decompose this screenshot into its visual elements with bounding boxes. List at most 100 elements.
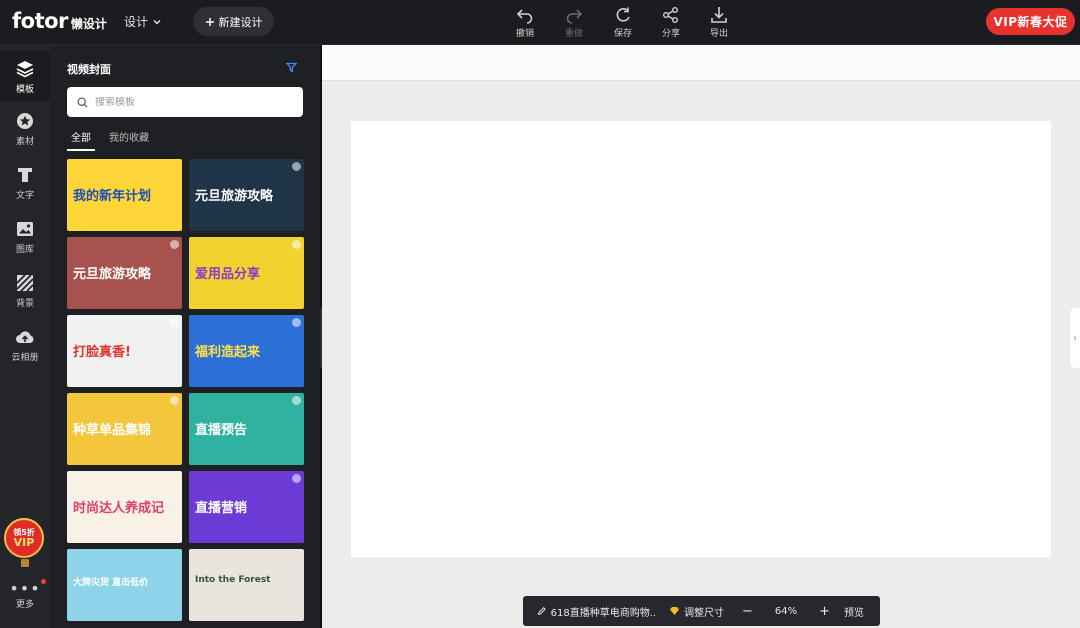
rail-item-background[interactable]: 背景 — [0, 273, 50, 309]
premium-gem-icon — [170, 240, 179, 249]
expand-right-panel-handle[interactable]: › — [1070, 308, 1080, 368]
rail-label-background: 背景 — [15, 299, 34, 309]
rail-label-material: 素材 — [15, 137, 34, 147]
vip-promo-button[interactable]: VIP新春大促 — [986, 8, 1075, 35]
logo-word: fotor — [12, 9, 68, 33]
more-dots-icon: ••• — [9, 579, 46, 597]
more-label: 更多 — [15, 600, 34, 610]
zoom-out-button[interactable]: − — [742, 604, 753, 619]
save-icon — [616, 7, 630, 22]
document-name-text: 618直播种草电商购物... — [550, 607, 655, 619]
star-icon — [17, 113, 33, 129]
chevron-right-icon: › — [1073, 332, 1077, 344]
template-card[interactable]: 大牌尖货 直击低价 — [67, 549, 182, 621]
canvas-workspace[interactable] — [322, 45, 1080, 628]
template-card-title: 元旦旅游攻略 — [195, 189, 274, 204]
premium-gem-icon — [292, 396, 301, 405]
fotor-logo[interactable]: fotor 懒设计 — [12, 9, 107, 33]
search-input[interactable] — [95, 96, 285, 108]
download-icon — [711, 7, 727, 23]
image-icon — [17, 222, 33, 236]
template-card-title: 种草单品集锦 — [73, 423, 152, 438]
template-card-title: 爱用品分享 — [195, 267, 261, 282]
template-card[interactable]: 直播营销 — [189, 471, 304, 543]
premium-gem-icon — [170, 318, 179, 327]
vip-discount-lantern[interactable]: 领5折 VIP — [4, 518, 46, 570]
bottom-bar: 618直播种草电商购物... 调整尺寸 − 64% + 预览 — [523, 596, 880, 626]
notification-dot — [40, 579, 46, 584]
rail-label-template: 模板 — [15, 85, 34, 95]
resize-button[interactable]: 调整尺寸 — [669, 604, 724, 619]
filter-icon[interactable] — [286, 62, 297, 73]
save-button[interactable]: 保存 — [605, 6, 641, 39]
export-label: 导出 — [709, 29, 728, 39]
template-card[interactable]: 时尚达人养成记 — [67, 471, 182, 543]
template-card-title: 元旦旅游攻略 — [73, 267, 152, 282]
rail-label-text: 文字 — [15, 191, 34, 201]
template-card[interactable]: 我的新年计划 — [67, 159, 182, 231]
cloud-upload-icon — [16, 331, 34, 343]
design-menu[interactable]: 设计 — [124, 13, 162, 30]
template-card-title: 直播营销 — [195, 501, 248, 516]
search-icon — [77, 96, 88, 107]
undo-button[interactable]: 撤销 — [507, 6, 543, 39]
share-icon — [663, 7, 678, 23]
redo-button[interactable]: 重做 — [556, 6, 592, 39]
tab-favorites[interactable]: 我的收藏 — [109, 129, 149, 151]
preview-button[interactable]: 预览 — [844, 604, 864, 619]
template-card[interactable]: 元旦旅游攻略 — [67, 237, 182, 309]
rail-item-gallery[interactable]: 图库 — [0, 219, 50, 255]
rail-item-text[interactable]: 文字 — [0, 165, 50, 201]
redo-label: 重做 — [564, 29, 583, 39]
zoom-in-button[interactable]: + — [819, 604, 830, 619]
template-card[interactable]: 直播预告 — [189, 393, 304, 465]
template-card[interactable]: Into the Forest — [189, 549, 304, 621]
premium-gem-icon — [292, 162, 301, 171]
template-panel: 视频封面 全部 我的收藏 我的新年计划元旦旅游攻略元旦旅游攻略爱用品分享打脸真香… — [50, 45, 320, 628]
template-card[interactable]: 福利造起来 — [189, 315, 304, 387]
undo-label: 撤销 — [515, 29, 534, 39]
new-design-label: 新建设计 — [218, 15, 263, 29]
template-card-title: 福利造起来 — [195, 345, 261, 360]
more-button[interactable]: ••• 更多 — [0, 579, 50, 610]
rail-item-cloud[interactable]: 云相册 — [0, 327, 50, 363]
design-menu-label: 设计 — [124, 15, 149, 29]
rail-item-material[interactable]: 素材 — [0, 111, 50, 147]
pencil-icon — [537, 606, 546, 616]
share-label: 分享 — [661, 29, 680, 39]
premium-gem-icon — [170, 396, 179, 405]
diamond-icon — [670, 607, 679, 615]
chevron-down-icon — [153, 19, 161, 24]
logo-subtitle: 懒设计 — [70, 17, 107, 31]
template-tabs: 全部 我的收藏 — [67, 129, 149, 151]
template-search[interactable] — [67, 87, 303, 117]
template-card-title: 我的新年计划 — [73, 189, 152, 204]
export-button[interactable]: 导出 — [701, 6, 737, 39]
canvas-top-strip — [322, 45, 1080, 81]
premium-gem-icon — [292, 318, 301, 327]
artboard[interactable] — [351, 121, 1051, 557]
resize-label: 调整尺寸 — [684, 607, 724, 619]
template-card-title: 打脸真香! — [73, 345, 131, 360]
hatch-icon — [16, 274, 34, 292]
vip-discount-line2: VIP — [13, 535, 35, 549]
template-card[interactable]: 打脸真香! — [67, 315, 182, 387]
document-name[interactable]: 618直播种草电商购物... — [537, 604, 655, 619]
top-bar: fotor 懒设计 设计 新建设计 撤销 重做 保存 分享 导出 VIP新春大促 — [0, 0, 1080, 45]
plus-icon — [205, 17, 214, 26]
rail-item-template[interactable]: 模板 — [0, 51, 50, 101]
premium-gem-icon — [292, 474, 301, 483]
new-design-button[interactable]: 新建设计 — [193, 7, 274, 36]
template-card[interactable]: 爱用品分享 — [189, 237, 304, 309]
redo-icon — [566, 9, 583, 24]
undo-icon — [516, 9, 533, 24]
tab-all[interactable]: 全部 — [67, 129, 95, 151]
left-rail: 模板 素材 文字 图库 背景 云相册 领5折 VIP ••• 更多 — [0, 45, 50, 628]
template-card[interactable]: 种草单品集锦 — [67, 393, 182, 465]
share-button[interactable]: 分享 — [653, 6, 689, 39]
template-card-title: 直播预告 — [195, 423, 248, 438]
template-card-title: 大牌尖货 直击低价 — [73, 578, 149, 588]
template-card[interactable]: 元旦旅游攻略 — [189, 159, 304, 231]
template-card-title: Into the Forest — [195, 575, 271, 585]
rail-label-gallery: 图库 — [15, 245, 34, 255]
